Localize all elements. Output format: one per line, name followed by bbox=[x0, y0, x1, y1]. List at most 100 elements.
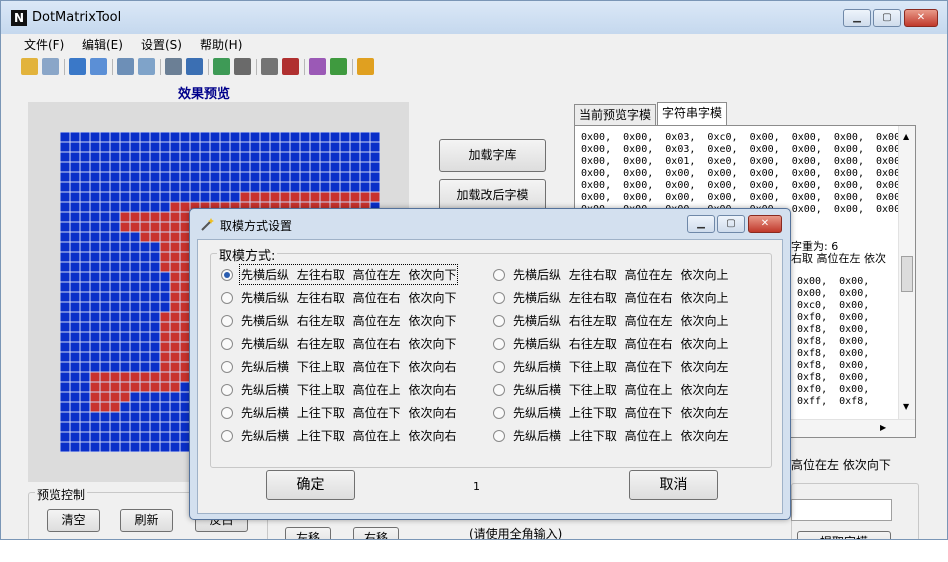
string-input[interactable] bbox=[791, 499, 892, 521]
menu-file[interactable]: 文件(F) bbox=[24, 36, 64, 53]
refresh-button[interactable]: 刷新 bbox=[120, 509, 173, 532]
scroll-right-icon[interactable]: ▶ bbox=[880, 423, 886, 432]
mode-option-16[interactable]: 先纵后横 上往下取 高位在上 依次向左 bbox=[493, 427, 728, 447]
radio-button[interactable] bbox=[221, 361, 233, 373]
mode-option-8[interactable]: 先纵后横 上往下取 高位在上 依次向右 bbox=[221, 427, 456, 447]
mode-option-10[interactable]: 先横后纵 左往右取 高位在右 依次向上 bbox=[493, 289, 728, 309]
copy-icon[interactable] bbox=[117, 58, 134, 75]
dot-off bbox=[80, 402, 90, 412]
move-right-button[interactable]: 右移 bbox=[353, 527, 399, 539]
dot-off bbox=[260, 132, 270, 142]
dot-off bbox=[150, 282, 160, 292]
mode-option-4[interactable]: 先横后纵 右往左取 高位在右 依次向下 bbox=[221, 335, 456, 355]
dot-off bbox=[190, 162, 200, 172]
import-icon[interactable] bbox=[213, 58, 230, 75]
radio-button[interactable] bbox=[493, 315, 505, 327]
radio-button[interactable] bbox=[221, 292, 233, 304]
radio-button[interactable] bbox=[221, 430, 233, 442]
mode-option-5[interactable]: 先纵后横 下往上取 高位在下 依次向右 bbox=[221, 358, 456, 378]
radio-button[interactable] bbox=[493, 269, 505, 281]
dot-off bbox=[170, 422, 180, 432]
close-button[interactable]: ✕ bbox=[904, 9, 938, 27]
dot-on bbox=[170, 202, 180, 212]
cancel-button[interactable]: 取消 bbox=[629, 470, 718, 500]
dialog-maximize-button[interactable]: ▢ bbox=[717, 215, 745, 233]
radio-button[interactable] bbox=[493, 407, 505, 419]
dot-off bbox=[150, 302, 160, 312]
dot-on bbox=[90, 402, 100, 412]
dot-off bbox=[60, 292, 70, 302]
tab-string-glyph[interactable]: 字符串字模 bbox=[657, 102, 728, 126]
radio-button[interactable] bbox=[493, 430, 505, 442]
radio-button[interactable] bbox=[221, 338, 233, 350]
book-icon[interactable] bbox=[330, 58, 347, 75]
mode-option-15[interactable]: 先纵后横 上往下取 高位在下 依次向左 bbox=[493, 404, 728, 424]
scroll-down-icon[interactable]: ▼ bbox=[903, 402, 909, 411]
load-font-button[interactable]: 加载字库 bbox=[439, 139, 546, 172]
dot-on bbox=[90, 382, 100, 392]
dot-on bbox=[140, 382, 150, 392]
mode-option-11[interactable]: 先横后纵 右往左取 高位在左 依次向上 bbox=[493, 312, 728, 332]
mode-option-13[interactable]: 先纵后横 下往上取 高位在下 依次向左 bbox=[493, 358, 728, 378]
radio-button[interactable] bbox=[221, 269, 233, 281]
dot-off bbox=[290, 172, 300, 182]
mode-option-3[interactable]: 先横后纵 右往左取 高位在左 依次向下 bbox=[221, 312, 456, 332]
scissors-icon[interactable] bbox=[282, 58, 299, 75]
tab-current-preview[interactable]: 当前预览字模 bbox=[574, 104, 657, 126]
dot-off bbox=[230, 182, 240, 192]
vertical-scrollbar[interactable]: ▲ ▼ bbox=[898, 126, 915, 419]
diamond-icon[interactable] bbox=[309, 58, 326, 75]
paste-icon[interactable] bbox=[138, 58, 155, 75]
dialog-minimize-button[interactable]: ▁ bbox=[687, 215, 715, 233]
mode-option-14[interactable]: 先纵后横 下往上取 高位在上 依次向左 bbox=[493, 381, 728, 401]
ok-button[interactable]: 确定 bbox=[266, 470, 355, 500]
open-icon[interactable] bbox=[21, 58, 38, 75]
radio-button[interactable] bbox=[221, 315, 233, 327]
dot-on bbox=[320, 192, 330, 202]
dot-off bbox=[110, 232, 120, 242]
maximize-button[interactable]: ▢ bbox=[873, 9, 901, 27]
dialog-close-button[interactable]: ✕ bbox=[748, 215, 782, 233]
minimize-button[interactable]: ▁ bbox=[843, 9, 871, 27]
mode-option-1[interactable]: 先横后纵 左往右取 高位在左 依次向下 bbox=[221, 264, 459, 286]
radio-button[interactable] bbox=[493, 338, 505, 350]
dot-off bbox=[110, 252, 120, 262]
dot-off bbox=[70, 252, 80, 262]
clear-button[interactable]: 清空 bbox=[47, 509, 100, 532]
dot-off bbox=[90, 182, 100, 192]
info-icon[interactable] bbox=[357, 58, 374, 75]
dot-off bbox=[170, 442, 180, 452]
export-icon[interactable] bbox=[186, 58, 203, 75]
radio-button[interactable] bbox=[221, 407, 233, 419]
save-as-icon[interactable] bbox=[90, 58, 107, 75]
dot-off bbox=[230, 172, 240, 182]
menu-help[interactable]: 帮助(H) bbox=[200, 36, 242, 53]
move-left-button[interactable]: 左移 bbox=[285, 527, 331, 539]
radio-button[interactable] bbox=[221, 384, 233, 396]
dot-off bbox=[120, 402, 130, 412]
dot-on bbox=[340, 192, 350, 202]
menu-edit[interactable]: 编辑(E) bbox=[82, 36, 123, 53]
scroll-up-icon[interactable]: ▲ bbox=[903, 132, 909, 141]
settings-icon[interactable] bbox=[261, 58, 278, 75]
mode-option-12[interactable]: 先横后纵 右往左取 高位在右 依次向上 bbox=[493, 335, 728, 355]
print-icon[interactable] bbox=[165, 58, 182, 75]
save-icon[interactable] bbox=[69, 58, 86, 75]
dot-off bbox=[230, 152, 240, 162]
menu-settings[interactable]: 设置(S) bbox=[141, 36, 182, 53]
mode-option-2[interactable]: 先横后纵 左往右取 高位在右 依次向下 bbox=[221, 289, 456, 309]
radio-button[interactable] bbox=[493, 384, 505, 396]
dot-off bbox=[140, 182, 150, 192]
radio-button[interactable] bbox=[493, 292, 505, 304]
tools-icon[interactable] bbox=[234, 58, 251, 75]
mode-option-6[interactable]: 先纵后横 下往上取 高位在上 依次向右 bbox=[221, 381, 456, 401]
erase-icon[interactable] bbox=[42, 58, 59, 75]
dot-off bbox=[90, 212, 100, 222]
radio-button[interactable] bbox=[493, 361, 505, 373]
mode-option-7[interactable]: 先纵后横 上往下取 高位在下 依次向右 bbox=[221, 404, 456, 424]
dot-off bbox=[130, 132, 140, 142]
mode-option-9[interactable]: 先横后纵 左往右取 高位在左 依次向上 bbox=[493, 266, 728, 286]
dot-off bbox=[90, 272, 100, 282]
extract-button[interactable]: 提取字模 bbox=[797, 531, 891, 539]
scroll-thumb[interactable] bbox=[901, 256, 913, 292]
